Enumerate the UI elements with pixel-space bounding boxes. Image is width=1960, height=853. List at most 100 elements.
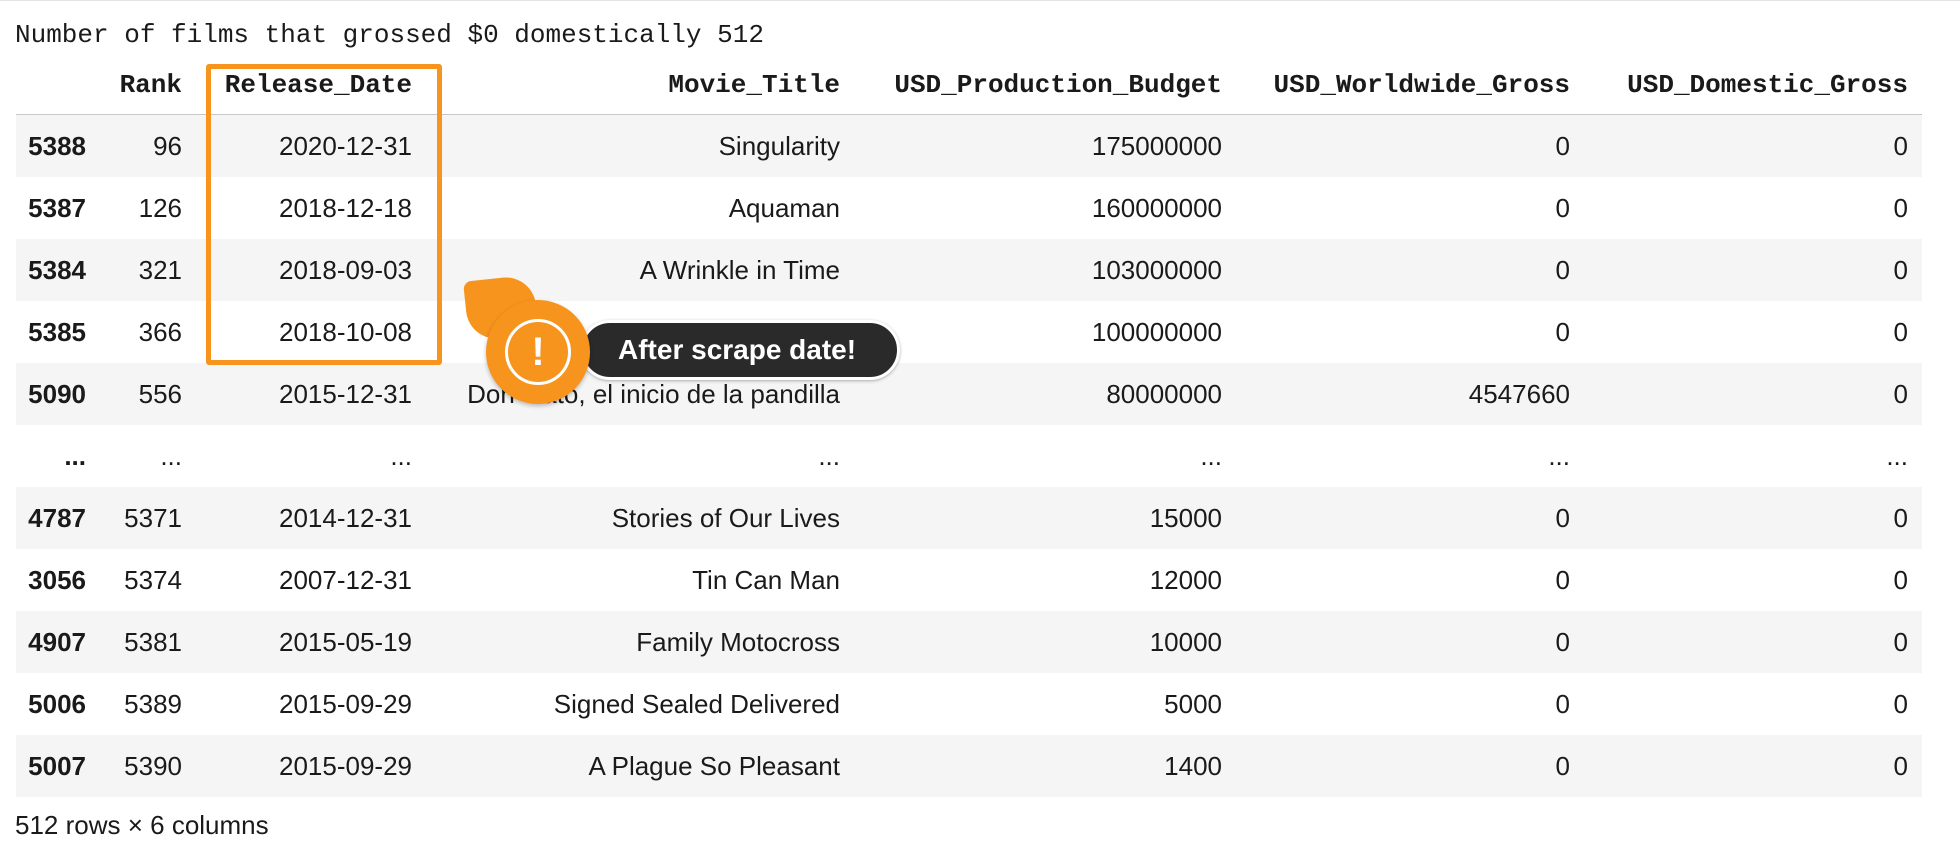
cell-domestic-gross: 0 [1893,564,1908,595]
table-row: 5387 126 2018-12-18 Aquaman 160000000 0 … [16,177,1922,239]
cell-rank: 556 [138,378,182,409]
table-shape-summary: 512 rows × 6 columns [15,810,269,840]
cell-movie-title: Tin Can Man [692,564,840,595]
cell-rank: 5374 [124,564,182,595]
cell-movie-title: ... [818,440,840,471]
cell-production-budget: 5000 [1164,688,1222,719]
cell-domestic-gross: 0 [1893,626,1908,657]
cell-release-date: 2018-12-18 [279,192,412,223]
table-row: 3056 5374 2007-12-31 Tin Can Man 12000 0… [16,549,1922,611]
row-index: 5385 [28,316,86,347]
cell-domestic-gross: 0 [1893,130,1908,161]
cell-rank: 5389 [124,688,182,719]
row-index: 5090 [28,378,86,409]
cell-rank: 96 [153,130,182,161]
cell-worldwide-gross: 4547660 [1468,378,1570,409]
row-index: 5007 [28,750,86,781]
cell-production-budget: 15000 [1149,502,1222,533]
column-header-rank: Rank [100,55,196,115]
cell-rank: ... [160,440,182,471]
cell-rank: 321 [138,254,182,285]
exclamation-icon: ! [486,300,590,404]
cell-release-date: 2020-12-31 [279,130,412,161]
row-index: 5388 [28,130,86,161]
cell-rank: 5381 [124,626,182,657]
column-header-index [16,55,100,115]
row-index: 3056 [28,564,86,595]
cell-release-date: 2015-09-29 [279,750,412,781]
dataframe-table: Rank Release_Date Movie_Title USD_Produc… [16,55,1922,797]
cell-worldwide-gross: 0 [1555,254,1570,285]
cell-movie-title: Signed Sealed Delivered [553,688,840,719]
cell-release-date: 2018-09-03 [279,254,412,285]
row-index: 4907 [28,626,86,657]
table-row: 4907 5381 2015-05-19 Family Motocross 10… [16,611,1922,673]
table-row: 5385 366 2018-10-08 Amusement Park 10000… [16,301,1922,363]
cell-worldwide-gross: 0 [1555,626,1570,657]
header-row: Rank Release_Date Movie_Title USD_Produc… [16,55,1922,115]
cell-movie-title: Family Motocross [636,626,840,657]
row-index: 5384 [28,254,86,285]
table-row: 4787 5371 2014-12-31 Stories of Our Live… [16,487,1922,549]
dataframe: Rank Release_Date Movie_Title USD_Produc… [16,55,1922,797]
row-index: 4787 [28,502,86,533]
cell-rank: 5371 [124,502,182,533]
cell-domestic-gross: 0 [1893,502,1908,533]
cell-domestic-gross: 0 [1893,750,1908,781]
callout-label: After scrape date! [618,334,857,365]
exclamation-glyph: ! [531,330,545,374]
column-header-worldwide-gross: USD_Worldwide_Gross [1236,55,1584,115]
cell-domestic-gross: 0 [1893,192,1908,223]
column-header-domestic-gross: USD_Domestic_Gross [1584,55,1922,115]
cell-production-budget: 103000000 [1091,254,1222,285]
cell-release-date: 2015-12-31 [279,378,412,409]
cell-production-budget: 12000 [1149,564,1222,595]
column-header-production-budget: USD_Production_Budget [854,55,1236,115]
cell-worldwide-gross: 0 [1555,502,1570,533]
cell-worldwide-gross: 0 [1555,564,1570,595]
cell-release-date: 2007-12-31 [279,564,412,595]
table-row: 5384 321 2018-09-03 A Wrinkle in Time 10… [16,239,1922,301]
cell-release-date: 2015-09-29 [279,688,412,719]
cell-rank: 366 [138,316,182,347]
output-text: Number of films that grossed $0 domestic… [15,20,764,50]
cell-production-budget: 100000000 [1091,316,1222,347]
cell-production-budget: 175000000 [1091,130,1222,161]
row-index: 5387 [28,192,86,223]
cell-production-budget: ... [1200,440,1222,471]
cell-production-budget: 10000 [1149,626,1222,657]
cell-production-budget: 1400 [1164,750,1222,781]
cell-worldwide-gross: 0 [1555,130,1570,161]
cell-domestic-gross: 0 [1893,254,1908,285]
cell-worldwide-gross: 0 [1555,192,1570,223]
cell-worldwide-gross: 0 [1555,688,1570,719]
cell-release-date: 2018-10-08 [279,316,412,347]
cell-domestic-gross: 0 [1893,378,1908,409]
cell-domestic-gross: ... [1886,440,1908,471]
cell-rank: 5390 [124,750,182,781]
cell-movie-title: Stories of Our Lives [611,502,840,533]
divider [0,0,1960,1]
cell-movie-title: Aquaman [728,192,840,223]
table-row: 5090 556 2015-12-31 Don Gato, el inicio … [16,363,1922,425]
table-row: 5006 5389 2015-09-29 Signed Sealed Deliv… [16,673,1922,735]
cell-domestic-gross: 0 [1893,316,1908,347]
cell-worldwide-gross: 0 [1555,316,1570,347]
cell-worldwide-gross: 0 [1555,750,1570,781]
cell-production-budget: 80000000 [1106,378,1222,409]
cell-worldwide-gross: ... [1548,440,1570,471]
cell-release-date: 2014-12-31 [279,502,412,533]
column-header-movie-title: Movie_Title [426,55,854,115]
table-row: 5388 96 2020-12-31 Singularity 175000000… [16,114,1922,177]
row-index: 5006 [28,688,86,719]
cell-movie-title: Singularity [718,130,840,161]
table-row-ellipsis: ... ... ... ... ... ... ... [16,425,1922,487]
cell-production-budget: 160000000 [1091,192,1222,223]
cell-release-date: 2015-05-19 [279,626,412,657]
exclamation-icon-core: ! [508,322,568,382]
cell-rank: 126 [138,192,182,223]
cell-movie-title: A Plague So Pleasant [588,750,840,781]
cell-domestic-gross: 0 [1893,688,1908,719]
column-header-release-date: Release_Date [196,55,426,115]
cell-release-date: ... [390,440,412,471]
